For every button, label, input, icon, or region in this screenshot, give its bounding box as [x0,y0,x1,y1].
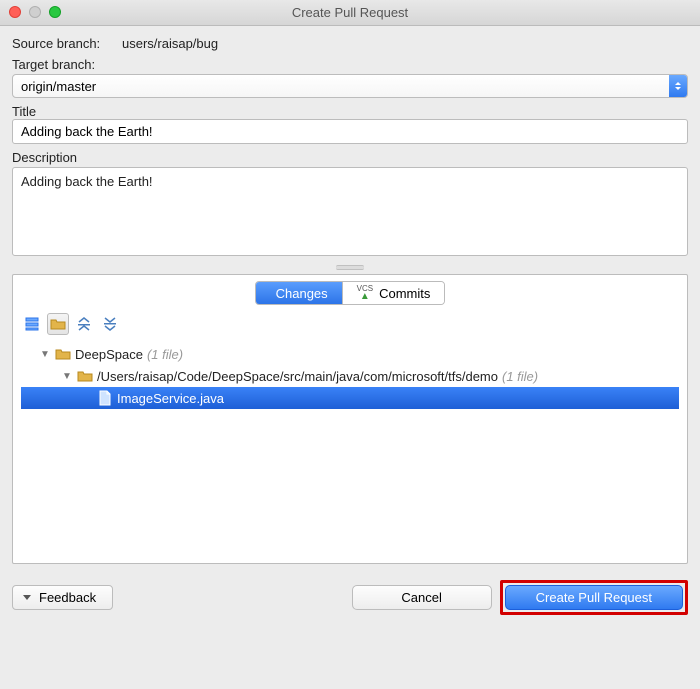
tab-changes[interactable]: Changes [256,282,343,304]
title-input[interactable] [12,119,688,144]
description-row: Description Adding back the Earth! [12,150,688,256]
create-pr-button[interactable]: Create Pull Request [505,585,683,610]
disclosure-icon[interactable]: ▼ [61,371,73,382]
target-branch-row: Target branch: origin/master [12,57,688,98]
tree-item-label: /Users/raisap/Code/DeepSpace/src/main/ja… [97,369,498,384]
feedback-label: Feedback [39,590,96,605]
collapse-all-icon[interactable] [99,313,121,335]
close-window-icon[interactable] [9,6,21,18]
tree-item-label: DeepSpace [75,347,143,362]
tree-row[interactable]: ▼ DeepSpace (1 file) [21,343,679,365]
tree-item-label: ImageService.java [117,391,224,406]
changes-toolbar [13,305,687,341]
title-row: Title [12,104,688,144]
expand-all-icon[interactable] [73,313,95,335]
description-label: Description [12,150,688,165]
target-branch-select[interactable]: origin/master [12,74,688,98]
titlebar: Create Pull Request [0,0,700,26]
description-input[interactable]: Adding back the Earth! [12,167,688,256]
folder-icon [77,368,93,384]
disclosure-icon[interactable]: ▼ [39,349,51,360]
chevron-down-icon [23,595,31,600]
splitter-handle[interactable] [12,262,688,270]
source-branch-label: Source branch: [12,36,112,51]
tree-row[interactable]: ▼ /Users/raisap/Code/DeepSpace/src/main/… [21,365,679,387]
tab-changes-label: Changes [276,286,328,301]
tab-commits-label: Commits [379,286,430,301]
tree-row[interactable]: ImageService.java [21,387,679,409]
zoom-window-icon[interactable] [49,6,61,18]
tree-item-count: (1 file) [147,347,183,362]
highlight-annotation: Create Pull Request [500,580,688,615]
file-icon [97,390,113,406]
group-by-directory-icon[interactable] [47,313,69,335]
changes-tree[interactable]: ▼ DeepSpace (1 file) ▼ /Users/raisap/Cod… [13,341,687,563]
cancel-button[interactable]: Cancel [352,585,492,610]
window-controls [9,6,61,18]
target-branch-label: Target branch: [12,57,688,72]
source-branch-value: users/raisap/bug [122,36,218,51]
folder-icon [55,346,71,362]
window-title: Create Pull Request [292,5,408,20]
changes-panel: Changes VCS ▲ Commits [12,274,688,564]
tab-commits[interactable]: VCS ▲ Commits [343,282,445,304]
commit-arrow-icon: ▲ [360,293,370,301]
flatten-packages-icon[interactable] [21,313,43,335]
title-label: Title [12,104,688,119]
description-text: Adding back the Earth! [21,174,153,189]
tab-switcher: Changes VCS ▲ Commits [255,281,446,305]
tree-item-count: (1 file) [502,369,538,384]
footer: Feedback Cancel Create Pull Request [0,564,700,631]
source-branch-row: Source branch: users/raisap/bug [12,36,688,51]
feedback-button[interactable]: Feedback [12,585,113,610]
minimize-window-icon[interactable] [29,6,41,18]
